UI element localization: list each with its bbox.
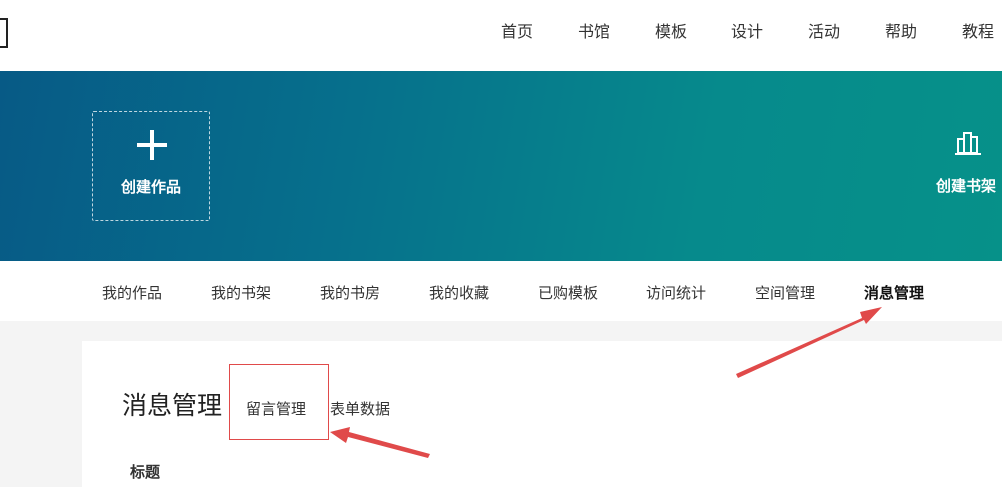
nav-templates[interactable]: 模板 bbox=[655, 22, 687, 42]
plus-icon bbox=[135, 128, 169, 162]
page-title: 消息管理 bbox=[122, 391, 223, 420]
user-subnav: 我的作品 我的书架 我的书房 我的收藏 已购模板 访问统计 空间管理 消息管理 bbox=[0, 261, 1002, 321]
subnav-visit-stats[interactable]: 访问统计 bbox=[646, 282, 706, 303]
subnav-my-shelves[interactable]: 我的书架 bbox=[211, 282, 271, 303]
subnav-my-works[interactable]: 我的作品 bbox=[102, 282, 162, 303]
column-header-title: 标题 bbox=[130, 463, 161, 481]
create-work-button[interactable]: 创建作品 bbox=[92, 111, 210, 221]
content-panel: 消息管理 留言管理 表单数据 标题 bbox=[82, 341, 1002, 487]
tab-comments[interactable]: 留言管理 bbox=[246, 398, 306, 419]
top-navbar: 首页 书馆 模板 设计 活动 帮助 教程 bbox=[0, 0, 1002, 71]
subnav-my-favorites[interactable]: 我的收藏 bbox=[429, 282, 489, 303]
create-shelf-label[interactable]: 创建书架 bbox=[936, 175, 996, 196]
nav-home[interactable]: 首页 bbox=[501, 22, 533, 42]
create-work-label: 创建作品 bbox=[120, 178, 181, 196]
subnav-message-management[interactable]: 消息管理 bbox=[864, 282, 924, 303]
nav-activities[interactable]: 活动 bbox=[808, 22, 840, 42]
subnav-purchased-templates[interactable]: 已购模板 bbox=[538, 282, 598, 303]
nav-design[interactable]: 设计 bbox=[731, 22, 763, 42]
bookshelf-icon[interactable] bbox=[954, 130, 982, 156]
nav-help[interactable]: 帮助 bbox=[885, 22, 917, 42]
subnav-my-study[interactable]: 我的书房 bbox=[320, 282, 380, 303]
main-nav: 首页 书馆 模板 设计 活动 帮助 教程 bbox=[0, 22, 1002, 44]
nav-library[interactable]: 书馆 bbox=[578, 22, 610, 42]
subnav-space-management[interactable]: 空间管理 bbox=[755, 282, 815, 303]
tab-form-data[interactable]: 表单数据 bbox=[330, 398, 390, 419]
nav-tutorials[interactable]: 教程 bbox=[962, 22, 994, 42]
